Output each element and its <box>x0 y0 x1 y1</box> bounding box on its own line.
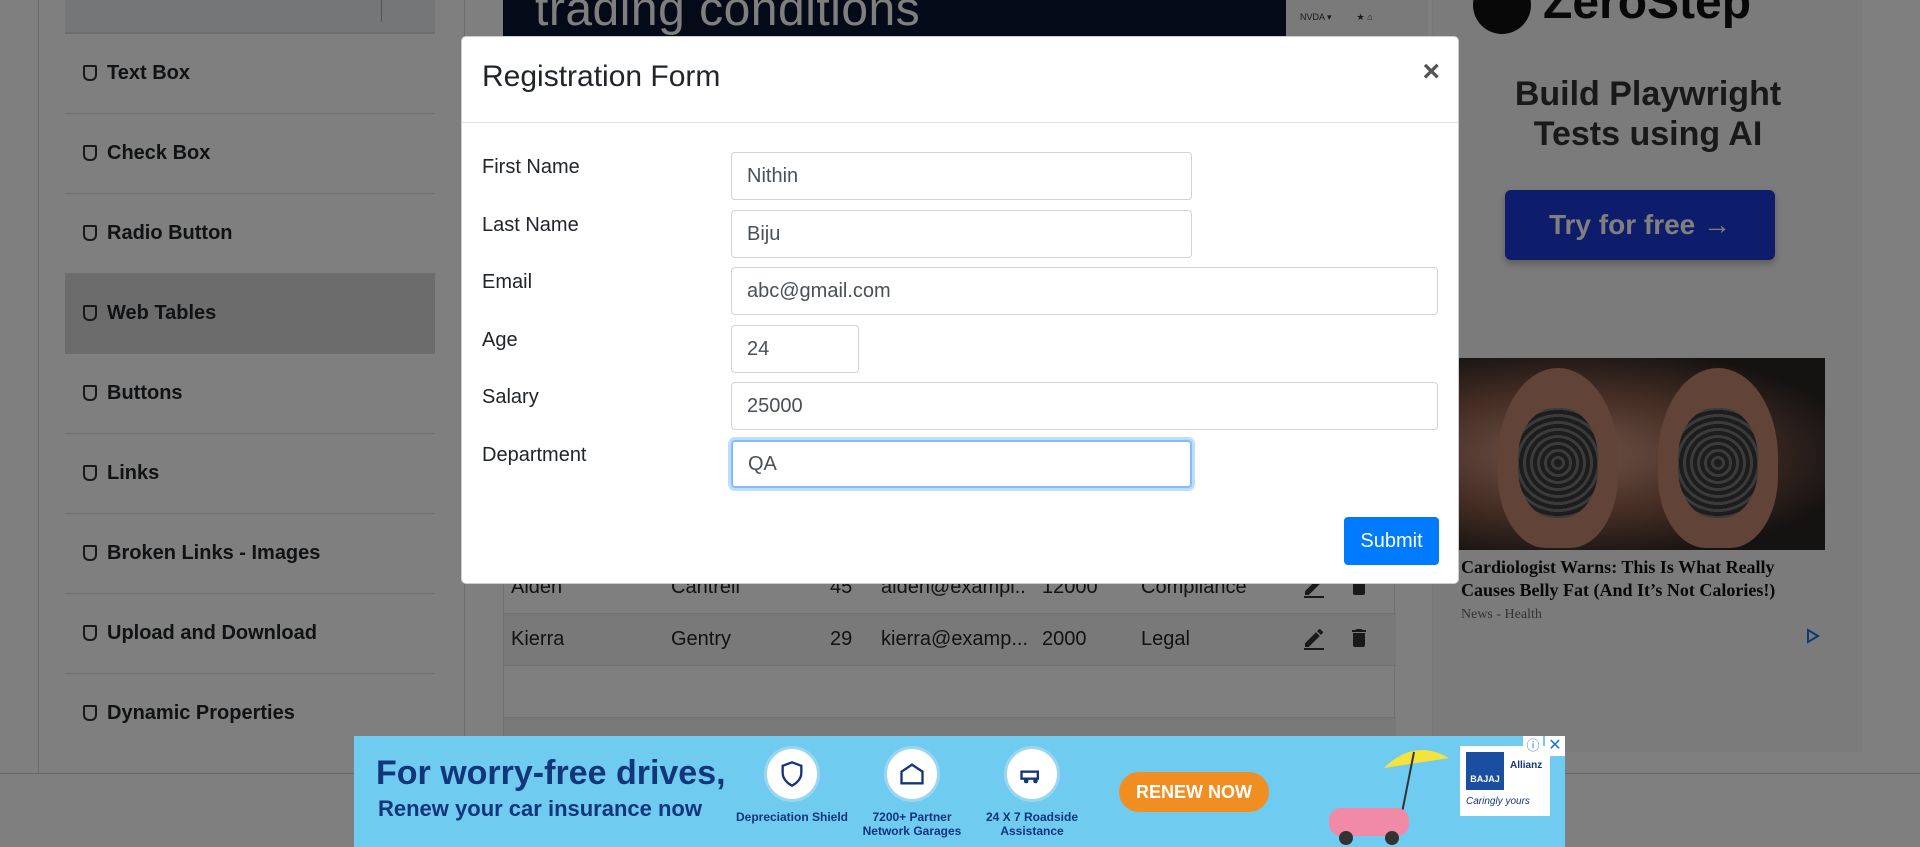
tow-truck-icon <box>1004 746 1060 802</box>
ad-feature: 24 X 7 Roadside Assistance <box>972 746 1092 838</box>
bottom-ad-subline: Renew your car insurance now <box>378 796 702 821</box>
ad-feature: 7200+ Partner Network Garages <box>852 746 972 838</box>
modal-title: Registration Form <box>482 60 721 93</box>
garage-icon <box>884 746 940 802</box>
department-input[interactable] <box>731 440 1192 488</box>
email-row: Email <box>482 267 1438 315</box>
car-umbrella-illustration <box>1329 750 1449 845</box>
email-input[interactable] <box>731 267 1438 315</box>
bottom-banner-ad[interactable]: For worry-free drives, Renew your car in… <box>354 736 1565 847</box>
first-name-label: First Name <box>482 156 580 178</box>
first-name-input[interactable] <box>731 152 1192 200</box>
allianz-wordmark: Allianz <box>1510 760 1543 771</box>
bajaj-tagline: Caringly yours <box>1466 796 1530 807</box>
bajaj-allianz-logo: BAJAJ Allianz Caringly yours <box>1460 746 1550 816</box>
renew-now-button[interactable]: RENEW NOW <box>1119 772 1269 812</box>
age-row: Age <box>482 325 1438 373</box>
last-name-row: Last Name <box>482 210 1438 258</box>
email-label: Email <box>482 271 533 293</box>
ad-feature-label: 7200+ Partner Network Garages <box>862 810 962 838</box>
salary-row: Salary <box>482 382 1438 430</box>
bottom-ad-headline: For worry-free drives, <box>376 754 726 792</box>
first-name-row: First Name <box>482 152 1438 200</box>
department-label: Department <box>482 444 587 466</box>
ad-close-icon[interactable]: ✕ <box>1545 736 1565 756</box>
last-name-label: Last Name <box>482 214 579 236</box>
age-label: Age <box>482 329 518 351</box>
bajaj-wordmark: BAJAJ <box>1466 752 1504 790</box>
ad-info-icon[interactable]: ⓘ <box>1523 736 1543 756</box>
submit-button[interactable]: Submit <box>1344 517 1439 565</box>
shield-icon <box>764 746 820 802</box>
salary-label: Salary <box>482 386 539 408</box>
modal-header: Registration Form × <box>462 37 1458 123</box>
ad-feature-label: Depreciation Shield <box>735 810 849 824</box>
ad-feature: Depreciation Shield <box>732 746 852 824</box>
ad-feature-label: 24 X 7 Roadside Assistance <box>985 810 1079 838</box>
age-input[interactable] <box>731 325 859 373</box>
salary-input[interactable] <box>731 382 1438 430</box>
department-row: Department <box>482 440 1438 488</box>
registration-modal: Registration Form × First Name Last Name… <box>461 36 1459 584</box>
close-icon[interactable]: × <box>1422 57 1440 87</box>
last-name-input[interactable] <box>731 210 1192 258</box>
